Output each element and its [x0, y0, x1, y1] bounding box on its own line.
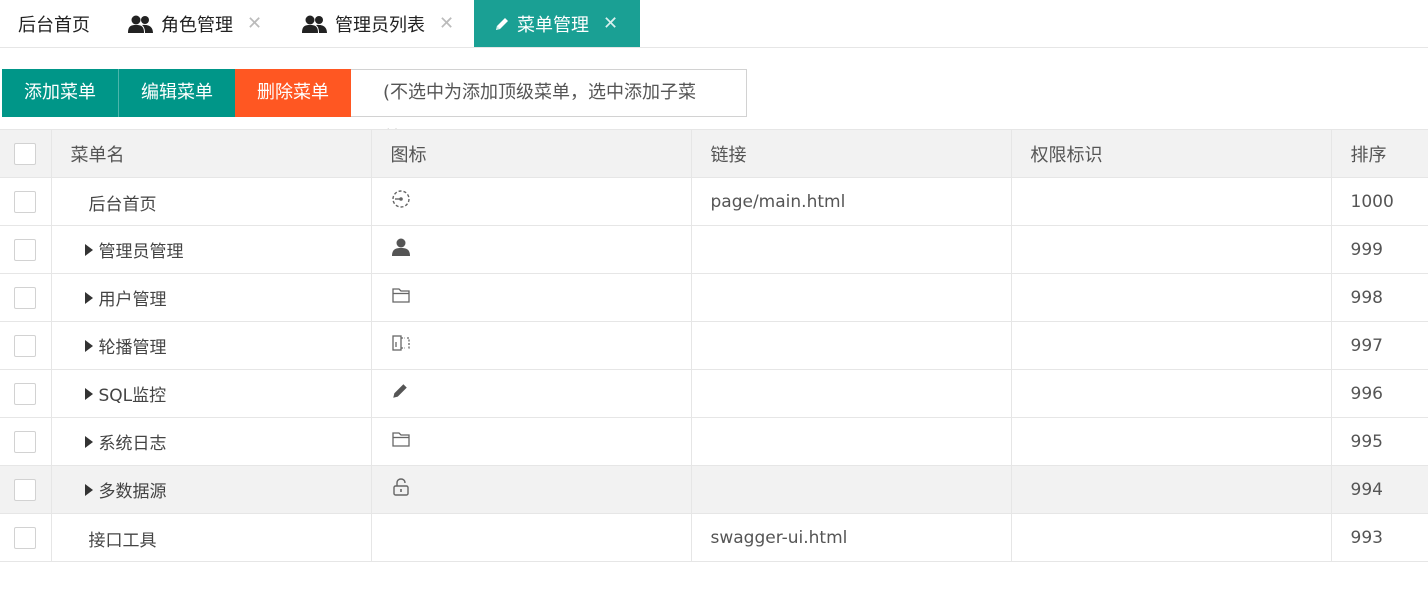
add-menu-button[interactable]: 添加菜单 — [2, 69, 118, 117]
close-icon[interactable]: ✕ — [247, 13, 262, 34]
close-icon[interactable]: ✕ — [439, 13, 454, 34]
tab-label: 后台首页 — [18, 14, 90, 36]
pencil-icon — [494, 16, 510, 32]
row-checkbox[interactable] — [14, 526, 37, 549]
header-icon: 图标 — [371, 129, 692, 178]
row-checkbox[interactable] — [14, 286, 37, 309]
row-checkbox[interactable] — [14, 334, 37, 357]
expand-arrow-icon[interactable] — [84, 387, 93, 400]
menu-link: page/main.html — [691, 177, 1012, 226]
menu-link — [691, 369, 1012, 418]
dashboard-icon — [391, 189, 411, 209]
menu-name: 管理员管理 — [98, 242, 184, 262]
select-all-checkbox[interactable] — [14, 142, 37, 165]
tab-admin-list[interactable]: 管理员列表 ✕ — [282, 0, 474, 47]
menu-link — [691, 417, 1012, 466]
expand-arrow-icon[interactable] — [84, 291, 93, 304]
menu-perm — [1011, 273, 1332, 322]
tab-home[interactable]: 后台首页 — [0, 0, 110, 47]
menu-sort: 995 — [1331, 417, 1428, 466]
menu-perm — [1011, 513, 1332, 562]
menu-name: 系统日志 — [98, 434, 167, 454]
folder-icon — [391, 286, 411, 304]
menu-name: 后台首页 — [88, 195, 157, 216]
row-checkbox[interactable] — [14, 382, 37, 405]
tab-role-management[interactable]: 角色管理 ✕ — [110, 0, 282, 47]
users-icon — [302, 14, 328, 34]
tab-bar: 后台首页 角色管理 ✕ 管理员列表 ✕ 菜单管理 ✕ — [0, 0, 1428, 48]
menu-perm — [1011, 369, 1332, 418]
menu-sort: 999 — [1331, 225, 1428, 274]
tab-menu-management[interactable]: 菜单管理 ✕ — [474, 0, 640, 47]
menu-name: 多数据源 — [98, 482, 167, 502]
table-row[interactable]: 接口工具 swagger-ui.html 993 — [0, 513, 1428, 562]
header-perm: 权限标识 — [1011, 129, 1332, 178]
menu-link: swagger-ui.html — [691, 513, 1012, 562]
close-icon[interactable]: ✕ — [603, 13, 618, 34]
menu-name: SQL监控 — [98, 386, 167, 406]
menu-sort: 993 — [1331, 513, 1428, 562]
menu-name: 接口工具 — [88, 531, 157, 552]
table-row[interactable]: 多数据源 994 — [0, 465, 1428, 514]
menu-perm — [1011, 321, 1332, 370]
toolbar-hint: (不选中为添加顶级菜单，选中添加子菜单) — [351, 69, 747, 149]
pencil-icon — [391, 382, 409, 400]
expand-arrow-icon[interactable] — [84, 339, 93, 352]
table-row[interactable]: 后台首页 page/main.html 1000 — [0, 177, 1428, 226]
row-checkbox[interactable] — [14, 478, 37, 501]
header-name: 菜单名 — [51, 129, 372, 178]
menu-table: 菜单名 图标 链接 权限标识 排序 后台首页 page/main.html 10… — [0, 129, 1428, 562]
row-checkbox[interactable] — [14, 430, 37, 453]
menu-sort: 996 — [1331, 369, 1428, 418]
edit-menu-button[interactable]: 编辑菜单 — [118, 69, 235, 117]
menu-perm — [1011, 225, 1332, 274]
menu-name: 用户管理 — [98, 290, 167, 310]
table-header-row: 菜单名 图标 链接 权限标识 排序 — [0, 129, 1428, 178]
table-row[interactable]: 轮播管理 997 — [0, 321, 1428, 370]
header-link: 链接 — [691, 129, 1012, 178]
table-row[interactable]: 系统日志 995 — [0, 417, 1428, 466]
row-checkbox[interactable] — [14, 190, 37, 213]
expand-arrow-icon[interactable] — [84, 243, 93, 256]
unlock-icon — [391, 477, 411, 497]
menu-link — [691, 225, 1012, 274]
menu-sort: 997 — [1331, 321, 1428, 370]
expand-arrow-icon[interactable] — [84, 435, 93, 448]
menu-link — [691, 273, 1012, 322]
tab-label: 管理员列表 — [335, 14, 425, 36]
menu-sort: 998 — [1331, 273, 1428, 322]
menu-link — [691, 465, 1012, 514]
menu-link — [691, 321, 1012, 370]
table-row[interactable]: 用户管理 998 — [0, 273, 1428, 322]
folder-icon — [391, 430, 411, 448]
header-sort: 排序 — [1331, 129, 1428, 178]
menu-name: 轮播管理 — [98, 338, 167, 358]
menu-perm — [1011, 465, 1332, 514]
toolbar: 添加菜单 编辑菜单 删除菜单 (不选中为添加顶级菜单，选中添加子菜单) — [2, 69, 747, 149]
menu-sort: 994 — [1331, 465, 1428, 514]
delete-menu-button[interactable]: 删除菜单 — [235, 69, 351, 117]
carousel-icon — [391, 333, 411, 353]
row-checkbox[interactable] — [14, 238, 37, 261]
tab-label: 角色管理 — [161, 14, 233, 36]
menu-perm — [1011, 177, 1332, 226]
menu-sort: 1000 — [1331, 177, 1428, 226]
table-row[interactable]: 管理员管理 999 — [0, 225, 1428, 274]
select-all-cell — [0, 129, 52, 178]
table-row[interactable]: SQL监控 996 — [0, 369, 1428, 418]
expand-arrow-icon[interactable] — [84, 483, 93, 496]
users-icon — [128, 14, 154, 34]
tab-label: 菜单管理 — [517, 14, 589, 36]
menu-perm — [1011, 417, 1332, 466]
user-icon — [391, 237, 411, 257]
